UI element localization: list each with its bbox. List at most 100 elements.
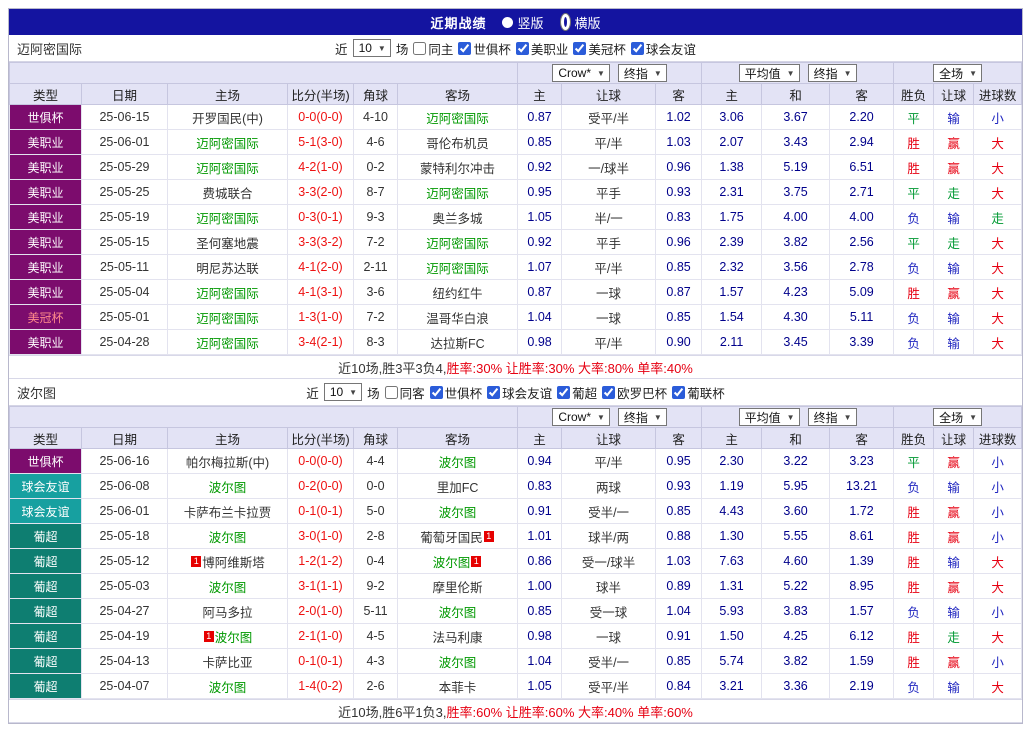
filter-league-3[interactable]: 欧罗巴杯 (602, 383, 667, 402)
odds-stage-select-2[interactable]: 终指▼ (808, 408, 857, 426)
team-link[interactable]: 迈阿密国际 (426, 262, 489, 276)
team-link[interactable]: 波尔图 (209, 531, 247, 545)
odds-stage-select[interactable]: 终指▼ (618, 64, 667, 82)
odds-stage-select-2[interactable]: 终指▼ (808, 64, 857, 82)
team-link[interactable]: 迈阿密国际 (196, 162, 259, 176)
filter-league-4[interactable]: 葡联杯 (672, 383, 725, 402)
col-score: 比分(半场) (288, 84, 354, 105)
filter-league-1-checkbox[interactable] (487, 386, 500, 399)
home-team-cell: 波尔图 (168, 524, 288, 549)
team-link[interactable]: 卡萨布兰卡拉贾 (184, 506, 272, 520)
team-link[interactable]: 迈阿密国际 (196, 287, 259, 301)
filter-same-venue-checkbox[interactable] (413, 42, 426, 55)
score-cell: 4-1(3-1) (288, 280, 354, 305)
corner-cell: 7-2 (354, 305, 398, 330)
layout-radio-vertical[interactable]: 竖版 (502, 13, 543, 32)
filter-league-0-checkbox[interactable] (430, 386, 443, 399)
team-link[interactable]: 明尼苏达联 (196, 262, 259, 276)
team-link[interactable]: 迈阿密国际 (426, 187, 489, 201)
avg-home-cell: 1.75 (702, 205, 762, 230)
team-link[interactable]: 达拉斯FC (430, 337, 484, 351)
filter-league-2[interactable]: 美冠杯 (573, 39, 626, 58)
team-link[interactable]: 蒙特利尔冲击 (420, 162, 495, 176)
filter-league-3[interactable]: 球会友谊 (631, 39, 696, 58)
team-link[interactable]: 博阿维斯塔 (202, 556, 265, 570)
average-select[interactable]: 平均值▼ (739, 64, 800, 82)
team-link[interactable]: 迈阿密国际 (426, 112, 489, 126)
team-link[interactable]: 法马利康 (433, 631, 483, 645)
bookmaker-select[interactable]: Crow*▼ (552, 64, 610, 82)
team-link[interactable]: 奥兰多城 (433, 212, 483, 226)
result-handicap-cell: 赢 (934, 155, 974, 180)
filter-league-1-checkbox[interactable] (516, 42, 529, 55)
col-corner: 角球 (354, 84, 398, 105)
home-odds-cell: 0.85 (518, 130, 562, 155)
filter-league-1[interactable]: 球会友谊 (487, 383, 552, 402)
team-link[interactable]: 葡萄牙国民 (420, 531, 483, 545)
recent-count-select[interactable]: 10▼ (324, 383, 362, 401)
results-table: Crow*▼ 终指▼ 平均值▼ 终指▼ 全场▼ (9, 62, 1022, 355)
filter-league-2-checkbox[interactable] (573, 42, 586, 55)
filter-league-0-checkbox[interactable] (458, 42, 471, 55)
team-link[interactable]: 迈阿密国际 (426, 237, 489, 251)
scope-select[interactable]: 全场▼ (933, 64, 982, 82)
team-link[interactable]: 波尔图 (209, 481, 247, 495)
filter-same-venue[interactable]: 同客 (385, 383, 425, 402)
away-team-cell: 迈阿密国际 (398, 180, 518, 205)
layout-radio-horizontal[interactable]: 横版 (560, 13, 601, 32)
away-odds-cell: 0.91 (656, 624, 702, 649)
filter-same-venue-checkbox[interactable] (385, 386, 398, 399)
filter-league-2-checkbox[interactable] (557, 386, 570, 399)
team-link[interactable]: 迈阿密国际 (196, 212, 259, 226)
filter-league-3-checkbox[interactable] (631, 42, 644, 55)
team-link[interactable]: 波尔图 (439, 656, 477, 670)
result-goals-cell: 大 (974, 330, 1022, 355)
avg-draw-cell: 3.75 (762, 180, 830, 205)
team-link[interactable]: 阿马多拉 (202, 606, 252, 620)
filter-league-3-checkbox[interactable] (602, 386, 615, 399)
match-row: 美职业25-05-29迈阿密国际4-2(1-0)0-2蒙特利尔冲击0.92一/球… (10, 155, 1022, 180)
team-link[interactable]: 开罗国民(中) (192, 112, 263, 126)
team-link[interactable]: 波尔图 (433, 556, 471, 570)
team-link[interactable]: 帕尔梅拉斯(中) (186, 456, 269, 470)
team-link[interactable]: 哥伦布机员 (426, 137, 489, 151)
team-link[interactable]: 费城联合 (202, 187, 252, 201)
team-link[interactable]: 温哥华白浪 (426, 312, 489, 326)
team-link[interactable]: 本菲卡 (439, 681, 477, 695)
recent-count-select[interactable]: 10▼ (353, 39, 391, 57)
team-link[interactable]: 圣何塞地震 (196, 237, 259, 251)
team-link[interactable]: 波尔图 (215, 631, 253, 645)
filter-same-venue[interactable]: 同主 (413, 39, 453, 58)
scope-select[interactable]: 全场▼ (933, 408, 982, 426)
team-link[interactable]: 波尔图 (439, 506, 477, 520)
score-cell: 1-3(1-0) (288, 305, 354, 330)
filter-league-2[interactable]: 葡超 (557, 383, 597, 402)
date-cell: 25-04-07 (82, 674, 168, 699)
team-link[interactable]: 波尔图 (439, 456, 477, 470)
section-header: 波尔图 近10▼场同客世俱杯球会友谊葡超欧罗巴杯葡联杯 (9, 379, 1022, 406)
date-cell: 25-05-04 (82, 280, 168, 305)
filter-league-0-label: 世俱杯 (445, 383, 483, 402)
team-link[interactable]: 摩里伦斯 (433, 581, 483, 595)
match-row: 美职业25-05-15圣何塞地震3-3(3-2)7-2迈阿密国际0.92平手0.… (10, 230, 1022, 255)
filter-league-1[interactable]: 美职业 (516, 39, 569, 58)
team-link[interactable]: 波尔图 (209, 681, 247, 695)
filter-league-0[interactable]: 世俱杯 (458, 39, 511, 58)
team-link[interactable]: 纽约红牛 (433, 287, 483, 301)
team-link[interactable]: 里加FC (437, 481, 479, 495)
avg-draw-cell: 3.22 (762, 449, 830, 474)
team-link[interactable]: 卡萨比亚 (202, 656, 252, 670)
team-link[interactable]: 迈阿密国际 (196, 137, 259, 151)
average-select[interactable]: 平均值▼ (739, 408, 800, 426)
bookmaker-select[interactable]: Crow*▼ (552, 408, 610, 426)
team-name: 波尔图 (17, 383, 56, 402)
team-link[interactable]: 迈阿密国际 (196, 337, 259, 351)
filter-league-0[interactable]: 世俱杯 (430, 383, 483, 402)
away-team-cell: 迈阿密国际 (398, 230, 518, 255)
team-link[interactable]: 迈阿密国际 (196, 312, 259, 326)
team-link[interactable]: 波尔图 (209, 581, 247, 595)
odds-stage-select[interactable]: 终指▼ (618, 408, 667, 426)
avg-draw-cell: 3.82 (762, 230, 830, 255)
team-link[interactable]: 波尔图 (439, 606, 477, 620)
filter-league-4-checkbox[interactable] (672, 386, 685, 399)
